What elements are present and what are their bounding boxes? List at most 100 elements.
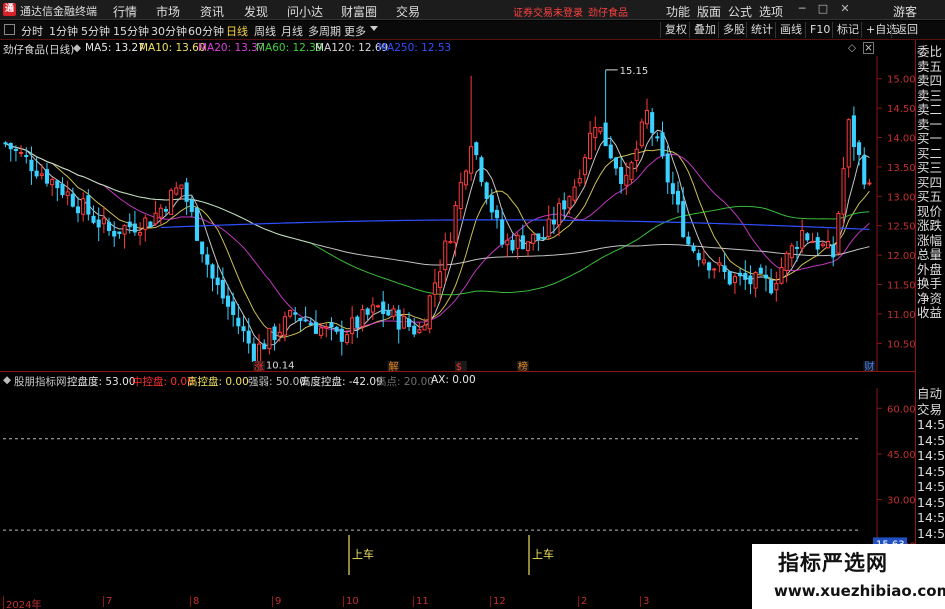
candle-body — [81, 198, 86, 215]
candle-body — [406, 318, 412, 327]
candle-body — [551, 219, 556, 225]
indicator-settings-icon[interactable]: ◆ — [3, 374, 11, 386]
menu-market[interactable]: 市场 — [156, 3, 180, 20]
guest-label[interactable]: 游客 — [893, 3, 917, 20]
candle-body — [381, 301, 386, 315]
trade-login-notice[interactable]: 证券交易未登录 — [513, 4, 583, 19]
menu-discover[interactable]: 发现 — [244, 3, 268, 20]
statistics-button[interactable]: 统计 — [746, 22, 773, 38]
tab-weekly[interactable]: 周线 — [254, 23, 276, 39]
tab-monthly[interactable]: 月线 — [281, 23, 303, 39]
maximize-icon[interactable]: □ — [816, 2, 830, 16]
candle-body — [588, 132, 593, 159]
indicator-legend-item: 控盘度: 53.00 — [67, 376, 136, 388]
candle-body — [593, 126, 598, 139]
auto-trade-label[interactable]: 自动 — [917, 386, 945, 402]
candle-body — [293, 312, 298, 315]
candle-body — [112, 230, 117, 237]
side-label: 卖四 — [917, 74, 943, 88]
tab-more[interactable]: 更多 — [344, 23, 366, 39]
candle-body — [469, 146, 474, 174]
side-label: 外盘 — [917, 262, 943, 277]
tab-1min[interactable]: 1分钟 — [49, 23, 78, 39]
tab-60min[interactable]: 60分钟 — [188, 23, 224, 39]
period-toolbar: 分时 1分钟 5分钟 15分钟 30分钟 60分钟 日线 周线 月线 多周期 更… — [0, 21, 945, 40]
candle-body — [215, 277, 220, 286]
y-tick-label: 14.00 — [887, 134, 915, 145]
menu-functions[interactable]: 功能 — [666, 3, 690, 20]
overlay-button[interactable]: 叠加 — [689, 22, 716, 38]
expand-diamond-icon[interactable]: ◇ — [848, 42, 856, 54]
chevron-down-icon[interactable] — [370, 26, 378, 31]
candle-body — [127, 221, 132, 228]
candle-body — [660, 132, 665, 157]
candle-body — [650, 112, 655, 133]
signal-label: 上车 — [352, 547, 374, 561]
candle-body — [153, 212, 158, 225]
candle-body — [375, 305, 381, 308]
candlestick-chart[interactable]: 15.00 14.50 14.00 13.50 13.00 12.50 12.00 11.50… — [0, 56, 915, 371]
candle-body — [453, 204, 458, 244]
candle-body — [117, 231, 122, 234]
candle-body — [50, 178, 55, 186]
side-label: 净资 — [917, 291, 943, 306]
restore-rights-button[interactable]: 复权 — [660, 22, 687, 38]
settings-diamond-icon[interactable]: ◆ — [73, 42, 81, 54]
menu-wealth-circle[interactable]: 财富圈 — [341, 3, 377, 20]
candle-body — [836, 212, 841, 254]
candle-body — [691, 245, 696, 252]
tab-timeshare[interactable]: 分时 — [21, 23, 43, 39]
candle-body — [91, 215, 96, 223]
indicator-legend-item: 高度控盘: -42.09 — [300, 376, 383, 388]
tab-5min[interactable]: 5分钟 — [81, 23, 110, 39]
tab-15min[interactable]: 15分钟 — [113, 23, 149, 39]
side-label: 换手 — [917, 277, 943, 291]
indicator-legend-item: 高控盘: 0.00 — [187, 376, 249, 388]
candle-body — [639, 121, 644, 147]
candle-body — [132, 223, 137, 233]
app-title: 通达信金融终端 — [20, 5, 97, 18]
mark-button[interactable]: 标记 — [832, 22, 859, 38]
minimize-icon[interactable]: ─ — [795, 2, 809, 16]
candle-body — [101, 217, 106, 225]
tab-multi-period[interactable]: 多周期 — [308, 23, 341, 39]
tab-daily[interactable]: 日线 — [226, 23, 248, 39]
menu-options[interactable]: 选项 — [759, 3, 783, 20]
tab-30min[interactable]: 30分钟 — [151, 23, 187, 39]
candle-body — [784, 252, 789, 271]
x-tick-label: 11 — [413, 596, 429, 607]
watermark-title: 指标严选网 — [778, 551, 888, 575]
close-panel-icon[interactable]: × — [863, 42, 874, 54]
x-tick-label: 8 — [190, 596, 199, 607]
chart-toggle-icon[interactable] — [4, 24, 15, 35]
candle-body — [722, 265, 727, 273]
candle-body — [231, 301, 236, 315]
candle-body — [412, 325, 417, 335]
candle-body — [427, 295, 432, 330]
ind-y-tick: 60.00 — [887, 404, 915, 415]
candle-body — [60, 183, 65, 196]
menu-market-quotes[interactable]: 行情 — [113, 3, 137, 20]
candle-body — [303, 319, 308, 322]
back-button[interactable]: 返回 — [891, 22, 918, 38]
multi-stock-button[interactable]: 多股 — [718, 22, 745, 38]
menu-ask[interactable]: 问小达 — [287, 3, 323, 20]
menu-layout[interactable]: 版面 — [697, 3, 721, 20]
candle-body — [288, 310, 293, 317]
f10-button[interactable]: F10 — [805, 22, 830, 38]
candle-body — [582, 157, 587, 176]
candle-body — [789, 245, 794, 259]
draw-line-button[interactable]: 画线 — [775, 22, 802, 38]
menu-formula[interactable]: 公式 — [728, 3, 752, 20]
ma60-label: MA60: 12.39 — [256, 42, 323, 54]
auto-trade-label[interactable]: 交易 — [917, 402, 945, 418]
menu-news[interactable]: 资讯 — [200, 3, 224, 20]
candle-body — [562, 200, 567, 210]
ind-y-tick: 30.00 — [887, 496, 915, 507]
menu-trade[interactable]: 交易 — [396, 3, 420, 20]
close-icon[interactable]: ✕ — [838, 2, 852, 16]
candle-body — [225, 295, 231, 307]
candle-body — [675, 190, 681, 205]
candle-body — [75, 206, 81, 214]
candle-body — [629, 162, 634, 181]
